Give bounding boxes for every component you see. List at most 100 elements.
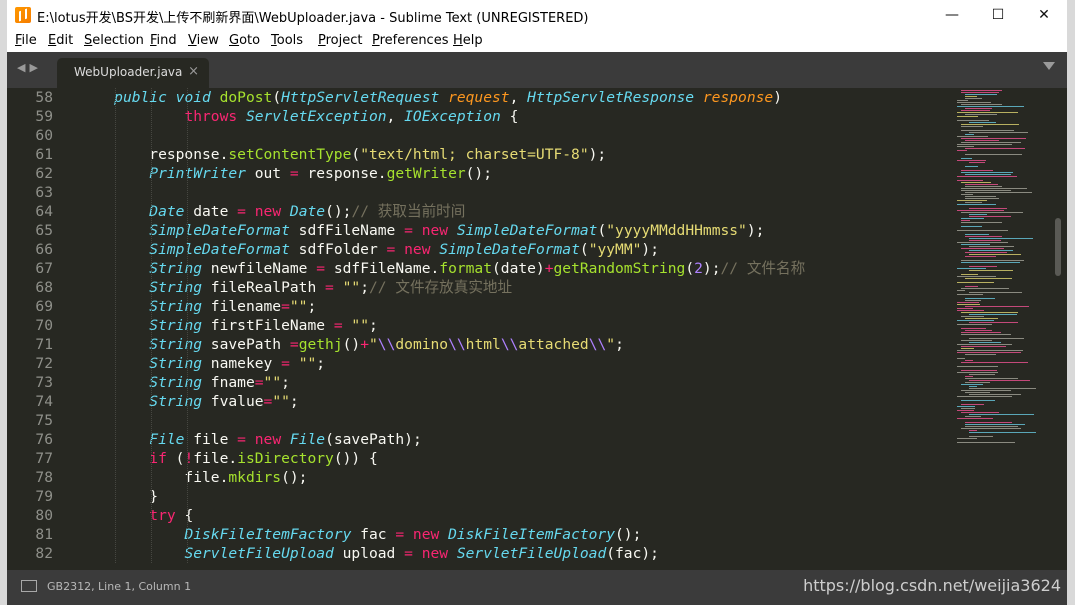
code-line[interactable]: Date date = new Date();// 获取当前时间 [79, 202, 949, 221]
line-number: 59 [35, 108, 53, 125]
code-line[interactable]: String fname=""; [79, 373, 949, 392]
minimap-line [957, 418, 993, 419]
minimap-line [961, 220, 970, 221]
code-line[interactable]: String savePath =gethj()+"\\domino\\html… [79, 335, 949, 354]
minimap-line [965, 424, 1025, 425]
code-line[interactable] [79, 183, 949, 202]
code-line[interactable]: ServletFileUpload upload = new ServletFi… [79, 544, 949, 563]
line-number: 72 [35, 355, 53, 372]
indent-guide [151, 88, 152, 563]
minimap-line [965, 416, 981, 417]
code-editor[interactable]: 58 59 60 61 62 63 64 65 66 67 68 69 70 71 72 73 74 75 76 77… [7, 88, 1067, 570]
code-line[interactable]: String filename=""; [79, 297, 949, 316]
minimap-line [969, 394, 1021, 395]
minimap-line [965, 148, 1025, 149]
minimap-line [965, 114, 997, 115]
code-line[interactable]: File file = new File(savePath); [79, 430, 949, 449]
minimap-line [965, 198, 999, 199]
tab-nav-arrows-icon[interactable]: ◀▶ [17, 61, 42, 74]
code-line[interactable]: SimpleDateFormat sdfFolder = new SimpleD… [79, 240, 949, 259]
code-line[interactable]: String newfileName = sdfFileName.format(… [79, 259, 949, 278]
minimap-line [957, 308, 973, 309]
minimap-line [957, 106, 1024, 107]
close-button[interactable]: ✕ [1021, 0, 1067, 30]
tab-dropdown-icon[interactable] [1043, 62, 1055, 70]
menu-tools[interactable]: Tools [271, 33, 303, 48]
code-line[interactable]: String fileRealPath = "";// 文件存放真实地址 [79, 278, 949, 297]
minimap-line [961, 362, 1028, 363]
code-line[interactable] [79, 411, 949, 430]
minimap-line [957, 372, 998, 373]
code-line[interactable]: } [79, 487, 949, 506]
code-line[interactable]: throws ServletException, IOException { [79, 107, 949, 126]
minimap-line [961, 328, 986, 329]
code-line[interactable]: if (!file.isDirectory()) { [79, 449, 949, 468]
code-line[interactable]: DiskFileItemFactory fac = new DiskFileIt… [79, 525, 949, 544]
menu-selection[interactable]: Selection [84, 33, 144, 48]
code-line[interactable]: PrintWriter out = response.getWriter(); [79, 164, 949, 183]
menu-help[interactable]: Help [453, 33, 483, 48]
menu-project[interactable]: Project [318, 33, 363, 48]
minimap-line [965, 330, 992, 331]
minimap-line [961, 390, 1011, 391]
minimap-line [969, 380, 1030, 381]
minimap-line [965, 134, 974, 135]
minimap-line [965, 196, 996, 197]
menu-edit[interactable]: Edit [48, 33, 73, 48]
code-area[interactable]: public void doPost(HttpServletRequest re… [79, 88, 949, 563]
code-line[interactable]: file.mkdirs(); [79, 468, 949, 487]
minimap-line [957, 344, 1012, 345]
maximize-button[interactable]: ☐ [975, 0, 1021, 30]
minimap-line [969, 436, 993, 437]
line-number: 61 [35, 146, 53, 163]
menu-find[interactable]: Find [150, 33, 177, 48]
line-number: 63 [35, 184, 53, 201]
minimap-line [957, 320, 994, 321]
code-line[interactable]: String firstFileName = ""; [79, 316, 949, 335]
minimap-line [969, 314, 1017, 315]
minimap-line [961, 340, 992, 341]
code-line[interactable]: response.setContentType("text/html; char… [79, 145, 949, 164]
minimap-line [969, 216, 1011, 217]
minimap-line [961, 158, 972, 159]
code-line[interactable]: try { [79, 506, 949, 525]
minimap-line [965, 354, 996, 355]
minimap-line [965, 298, 995, 299]
vertical-scrollbar[interactable] [1055, 218, 1061, 276]
minimap-line [961, 346, 1006, 347]
code-line[interactable] [79, 126, 949, 145]
code-line[interactable]: SimpleDateFormat sdfFileName = new Simpl… [79, 221, 949, 240]
code-line[interactable]: public void doPost(HttpServletRequest re… [79, 88, 949, 107]
minimap-line [961, 190, 1011, 191]
title-bar[interactable]: E:\lotus开发\BS开发\上传不刷新界面\WebUploader.java… [7, 0, 1067, 30]
minimap-line [957, 406, 975, 407]
panel-toggle-icon[interactable] [21, 580, 37, 592]
minimap-line [969, 250, 1013, 251]
line-number: 76 [35, 431, 53, 448]
minimap-line [969, 292, 1022, 293]
minimap-line [961, 274, 978, 275]
tab-close-icon[interactable]: × [188, 64, 199, 79]
minimap-line [965, 278, 1012, 279]
code-line[interactable]: String namekey = ""; [79, 354, 949, 373]
menu-goto[interactable]: Goto [229, 33, 260, 48]
minimap-line [961, 384, 983, 385]
menu-file[interactable]: File [15, 33, 37, 48]
minimap-line [957, 268, 986, 269]
minimap-line [961, 332, 1001, 333]
menu-bar: File Edit Selection Find View Goto Tools… [7, 30, 1067, 52]
minimap[interactable] [957, 88, 1057, 570]
minimap-line [957, 442, 1015, 443]
code-line[interactable]: String fvalue=""; [79, 392, 949, 411]
minimap-line [965, 234, 989, 235]
menu-preferences[interactable]: Preferences [372, 33, 448, 48]
tab-webuploader[interactable]: WebUploader.java × [57, 58, 209, 88]
minimap-line [969, 162, 985, 163]
line-number: 80 [35, 507, 53, 524]
minimap-line [965, 422, 1012, 423]
minimap-line [961, 142, 1021, 143]
indent-guide [187, 88, 188, 563]
menu-view[interactable]: View [188, 33, 219, 48]
line-number: 66 [35, 241, 53, 258]
minimize-button[interactable]: — [929, 0, 975, 30]
